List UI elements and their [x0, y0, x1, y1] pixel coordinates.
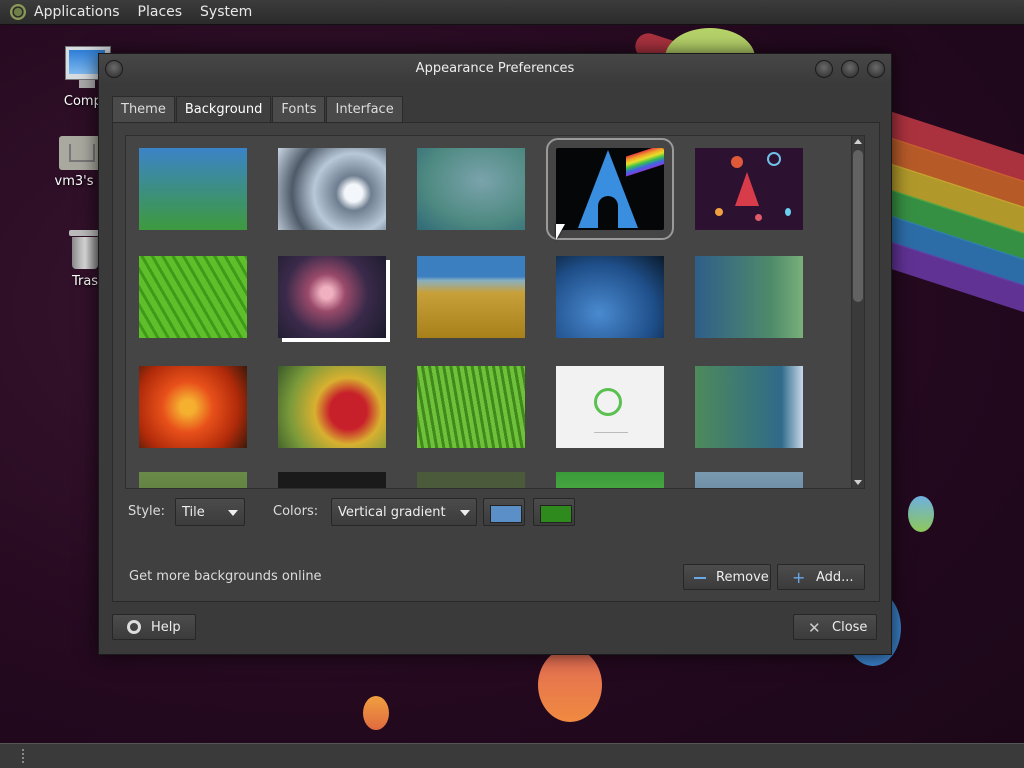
help-lifebuoy-icon [127, 620, 141, 634]
close-button[interactable]: ✕ Close [793, 614, 877, 640]
add-button[interactable]: + Add... [777, 564, 865, 590]
background-tab-panel: Style: Tile Colors: Vertical gradient Ge… [112, 122, 880, 602]
appearance-preferences-window: Appearance Preferences Theme Background … [98, 53, 892, 655]
help-button[interactable]: Help [112, 614, 196, 640]
wallpaper-thumbnail[interactable] [695, 472, 803, 488]
wallpaper-thumbnail[interactable] [139, 366, 247, 448]
minimize-icon[interactable] [815, 60, 833, 78]
more-backgrounds-link[interactable]: Get more backgrounds online [129, 569, 322, 584]
window-titlebar[interactable]: Appearance Preferences [99, 54, 891, 84]
plus-icon: + [792, 568, 806, 587]
wallpaper-circle [363, 696, 389, 730]
remove-button[interactable]: Remove [683, 564, 771, 590]
wallpaper-thumbnail[interactable] [695, 366, 803, 448]
wallpaper-circle [908, 496, 934, 532]
desktop-icon-label: Tras [71, 274, 99, 289]
wallpaper-thumbnail[interactable] [278, 366, 386, 448]
secondary-color-button[interactable] [533, 498, 575, 526]
secondary-color-swatch [540, 505, 572, 523]
remove-button-label: Remove [716, 570, 769, 585]
window-menu-icon[interactable] [105, 60, 123, 78]
close-icon[interactable] [867, 60, 885, 78]
colors-dropdown-value: Vertical gradient [338, 505, 446, 520]
tab-fonts[interactable]: Fonts [272, 96, 326, 123]
trash-icon [69, 230, 101, 270]
tab-bar: Theme Background Fonts Interface [112, 96, 404, 123]
wallpaper-thumbnail[interactable] [556, 366, 664, 448]
colors-dropdown[interactable]: Vertical gradient [331, 498, 477, 526]
wallpaper-thumbnail[interactable] [278, 148, 386, 230]
panel-handle-icon[interactable] [22, 749, 28, 763]
distro-logo-icon[interactable] [10, 4, 26, 20]
style-dropdown[interactable]: Tile [175, 498, 245, 526]
wallpaper-thumbnail[interactable] [139, 148, 247, 230]
wallpaper-thumbnail[interactable] [417, 256, 525, 338]
wallpaper-thumbnail-selected[interactable] [546, 138, 674, 240]
top-panel: Applications Places System [0, 0, 1024, 25]
tab-background[interactable]: Background [175, 96, 272, 123]
wallpaper-thumbnail[interactable] [139, 472, 247, 488]
wallpaper-thumbnail[interactable] [556, 472, 664, 488]
close-x-icon: ✕ [808, 619, 821, 637]
scroll-down-icon[interactable] [854, 480, 862, 485]
wallpaper-grid [125, 135, 852, 489]
colors-label: Colors: [273, 504, 319, 519]
wallpaper-thumbnail[interactable] [556, 256, 664, 338]
wallpaper-thumbnail[interactable] [417, 366, 525, 448]
tab-interface[interactable]: Interface [326, 96, 403, 123]
scroll-up-icon[interactable] [854, 139, 862, 144]
applications-menu[interactable]: Applications [34, 4, 120, 20]
chevron-down-icon [460, 510, 470, 516]
system-menu[interactable]: System [200, 4, 252, 20]
wallpaper-circle [538, 648, 602, 722]
wallpaper-thumbnail[interactable] [417, 148, 525, 230]
wallpaper-thumbnail[interactable] [278, 472, 386, 488]
wallpaper-thumbnail[interactable] [695, 148, 803, 230]
bottom-panel [0, 743, 1024, 768]
maximize-icon[interactable] [841, 60, 859, 78]
mouse-pointer-icon [556, 224, 565, 240]
wallpaper-scrollbar[interactable] [851, 135, 865, 489]
add-button-label: Add... [816, 570, 854, 585]
wallpaper-thumbnail[interactable] [139, 256, 247, 338]
style-label: Style: [128, 504, 166, 519]
scrollbar-thumb[interactable] [853, 150, 863, 302]
chevron-down-icon [228, 510, 238, 516]
wallpaper-thumbnail[interactable] [417, 472, 525, 488]
style-dropdown-value: Tile [182, 505, 205, 520]
primary-color-swatch [490, 505, 522, 523]
window-title: Appearance Preferences [415, 61, 575, 76]
wallpaper-thumbnail[interactable] [695, 256, 803, 338]
places-menu[interactable]: Places [138, 4, 183, 20]
primary-color-button[interactable] [483, 498, 525, 526]
home-folder-icon [59, 130, 103, 170]
tab-theme[interactable]: Theme [112, 96, 175, 123]
wallpaper-thumbnail[interactable] [278, 256, 386, 338]
close-button-label: Close [832, 620, 868, 635]
help-button-label: Help [151, 620, 181, 635]
minus-icon [694, 577, 706, 579]
